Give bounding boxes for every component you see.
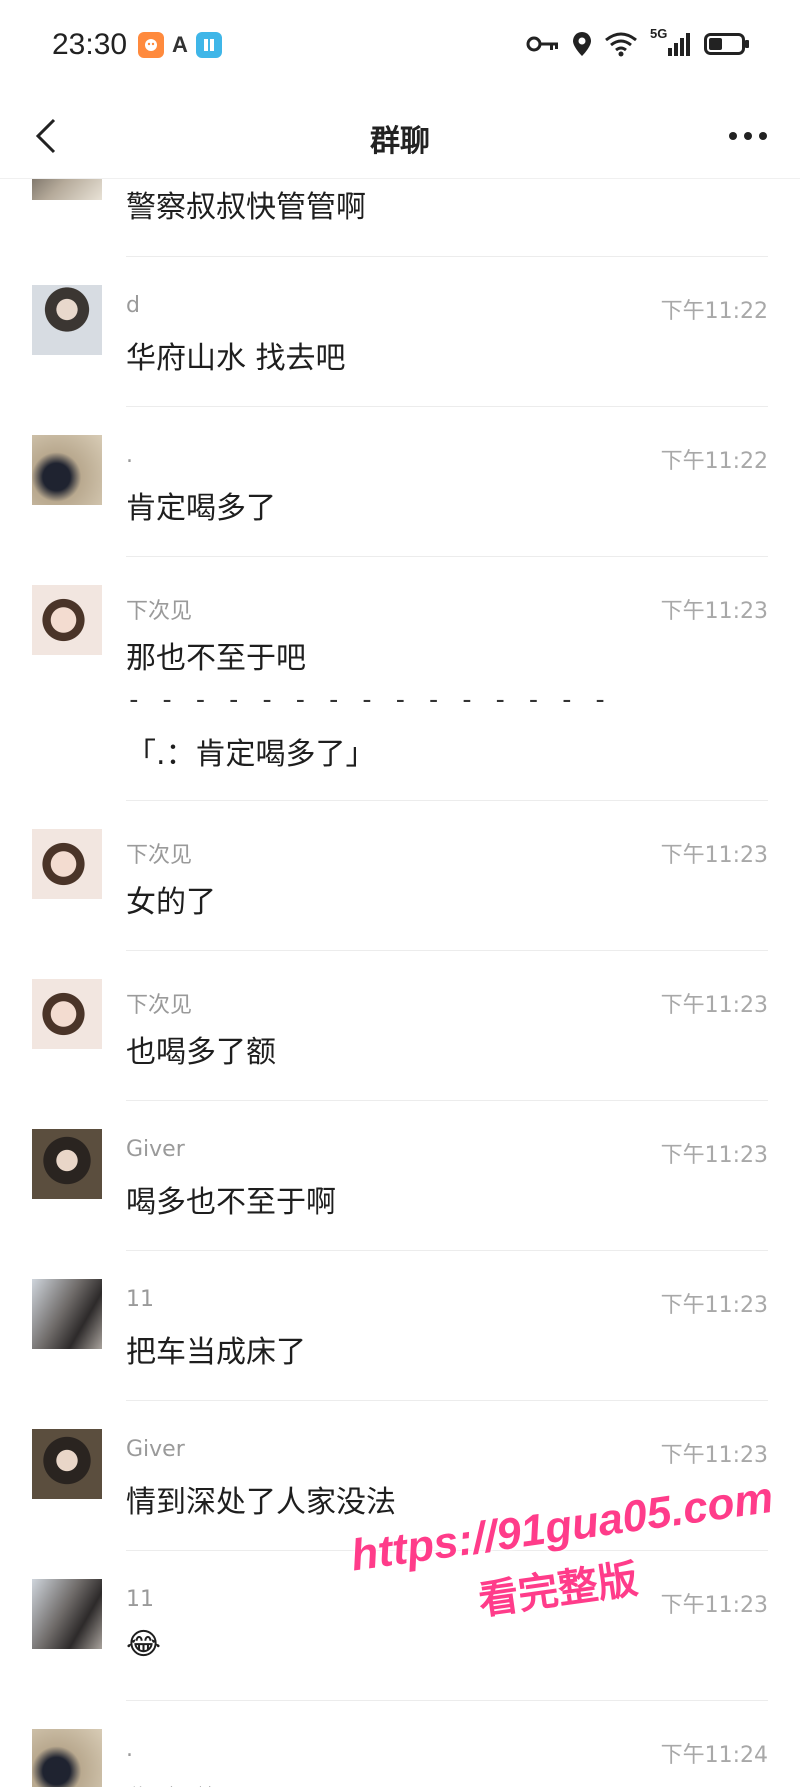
- app-notification-icon: [138, 32, 164, 58]
- message-time: 下午11:22: [660, 299, 768, 324]
- location-icon: [573, 32, 591, 56]
- message-text: 华府山水 找去吧: [126, 341, 346, 376]
- avatar[interactable]: [32, 1129, 102, 1199]
- avatar[interactable]: [32, 1429, 102, 1499]
- emoji-message: 😂: [126, 1627, 162, 1662]
- message-text: 情到深处了人家没法: [126, 1485, 396, 1520]
- sender-name: .: [126, 1737, 133, 1762]
- message-time: 下午11:23: [660, 843, 768, 868]
- message-text: 女的了: [126, 885, 216, 920]
- avatar[interactable]: [32, 285, 102, 355]
- divider: [126, 800, 768, 801]
- more-dots-icon: [729, 132, 767, 140]
- message-text: 肯定喝多了: [126, 491, 276, 526]
- avatar[interactable]: [32, 435, 102, 505]
- message-text: 喝多也不至于啊: [126, 1185, 336, 1220]
- message-text: 也喝多了额: [126, 1035, 276, 1070]
- divider: [126, 1100, 768, 1101]
- sender-name: 下次见: [126, 843, 193, 868]
- battery-icon: [704, 33, 749, 55]
- status-indicators: 5G: [526, 26, 750, 58]
- divider: [126, 556, 768, 557]
- divider: [126, 950, 768, 951]
- page-title: 群聊: [370, 124, 430, 159]
- signal-icon: 5G: [650, 26, 692, 58]
- status-time: 23:30: [52, 28, 128, 61]
- navigation-bar: 群聊: [0, 96, 800, 179]
- sender-name: 11: [126, 1287, 154, 1312]
- sender-name: 11: [126, 1587, 154, 1612]
- avatar[interactable]: [32, 585, 102, 655]
- message-time: 下午11:22: [660, 449, 768, 474]
- message-time: 下午11:24: [660, 1743, 768, 1768]
- quote-separator: - - - - - - - - - - - - - - -: [126, 685, 609, 715]
- sender-name: Giver: [126, 1137, 185, 1162]
- avatar[interactable]: [32, 979, 102, 1049]
- book-app-icon: [195, 32, 222, 58]
- message-time: 下午11:23: [660, 1443, 768, 1468]
- message-text: 那也不至于吧: [126, 641, 306, 676]
- avatar[interactable]: [32, 1279, 102, 1349]
- message-time: 下午11:23: [660, 1143, 768, 1168]
- divider: [126, 1700, 768, 1701]
- message-time: 下午11:23: [660, 993, 768, 1018]
- key-icon: [526, 36, 558, 52]
- message-time: 下午11:23: [660, 1293, 768, 1318]
- font-a-icon: A: [172, 32, 188, 57]
- more-button[interactable]: [724, 118, 772, 154]
- avatar[interactable]: [32, 1579, 102, 1649]
- divider: [126, 256, 768, 257]
- sender-name: d: [126, 293, 140, 318]
- message-time: 下午11:23: [660, 599, 768, 624]
- divider: [126, 406, 768, 407]
- message-text: 你会说: [126, 1777, 216, 1787]
- sender-name: 下次见: [126, 599, 193, 624]
- status-app-icons: A: [138, 32, 222, 58]
- divider: [126, 1250, 768, 1251]
- divider: [126, 1400, 768, 1401]
- avatar[interactable]: [32, 829, 102, 899]
- sender-name: Giver: [126, 1437, 185, 1462]
- avatar[interactable]: [32, 1729, 102, 1787]
- quoted-message[interactable]: 「.：肯定喝多了」: [126, 729, 376, 773]
- status-bar: 23:30 A 5G: [0, 0, 800, 96]
- sender-name: 下次见: [126, 993, 193, 1018]
- message-text: 把车当成床了: [126, 1335, 306, 1370]
- wifi-icon: [605, 32, 637, 57]
- sender-name: .: [126, 443, 133, 468]
- message-text: 警察叔叔快管管啊: [126, 190, 366, 225]
